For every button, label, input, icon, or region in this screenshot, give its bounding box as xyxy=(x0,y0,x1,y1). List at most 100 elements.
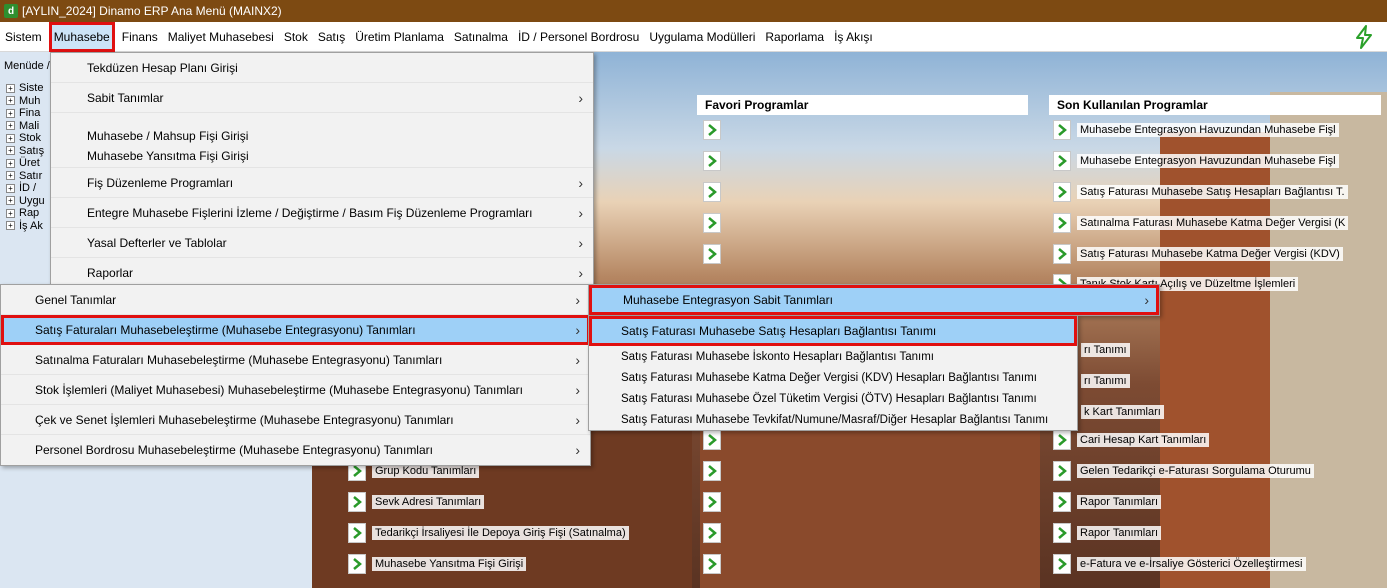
menu-uretim-planlama[interactable]: Üretim Planlama xyxy=(350,22,449,52)
favorite-row[interactable] xyxy=(697,177,1028,208)
menu-uygulama-modulleri[interactable]: Uygulama Modülleri xyxy=(644,22,760,52)
menu-item-stok-islemleri-entegrasyon[interactable]: Stok İşlemleri (Maliyet Muhasebesi) Muha… xyxy=(1,375,590,405)
menu-item-sabit-tanimlar[interactable]: Sabit Tanımlar › xyxy=(51,83,593,113)
tree-node[interactable]: + İş Ak xyxy=(6,220,45,233)
recent-row-partial[interactable]: k Kart Tanımları xyxy=(1077,397,1167,428)
chevron-right-icon[interactable] xyxy=(348,553,366,574)
chevron-right-icon[interactable] xyxy=(703,553,721,574)
recent-row[interactable]: Gelen Tedarikçi e-Faturası Sorgulama Otu… xyxy=(1049,456,1381,487)
tree-node[interactable]: + Siste xyxy=(6,82,45,95)
recent-row[interactable]: Muhasebe Entegrasyon Havuzundan Muhasebe… xyxy=(1049,146,1381,177)
chevron-right-icon[interactable] xyxy=(348,492,366,513)
favorite-row[interactable] xyxy=(697,487,1028,518)
recent-row[interactable]: Cari Hesap Kart Tanımları xyxy=(1049,425,1381,456)
tree-node[interactable]: + Muh xyxy=(6,95,45,108)
chevron-right-icon[interactable] xyxy=(703,181,721,202)
expand-icon[interactable]: + xyxy=(6,83,15,93)
menu-stok[interactable]: Stok xyxy=(279,22,313,52)
chevron-right-icon[interactable] xyxy=(1053,120,1071,141)
favorite-row[interactable] xyxy=(697,517,1028,548)
menu-item-entegre-fisler[interactable]: Entegre Muhasebe Fişlerini İzleme / Deği… xyxy=(51,198,593,228)
menu-item-yansitma-fisi[interactable]: Muhasebe Yansıtma Fişi Girişi xyxy=(51,145,593,168)
menu-sistem[interactable]: Sistem xyxy=(0,22,47,52)
chevron-right-icon[interactable] xyxy=(1053,151,1071,172)
menu-item-mahsup-fisi[interactable]: Muhasebe / Mahsup Fişi Girişi xyxy=(51,113,593,145)
recent-row-partial[interactable]: rı Tanımı xyxy=(1077,335,1167,366)
favorite-row[interactable] xyxy=(697,207,1028,238)
chevron-right-icon[interactable] xyxy=(1053,522,1071,543)
chevron-right-icon[interactable] xyxy=(703,243,721,264)
favorite-row[interactable] xyxy=(697,548,1028,579)
program-row[interactable]: Muhasebe Yansıtma Fişi Girişi xyxy=(344,548,684,579)
menu-satinalma[interactable]: Satınalma xyxy=(449,22,513,52)
program-row[interactable]: Sevk Adresi Tanımları xyxy=(344,487,684,518)
expand-icon[interactable]: + xyxy=(6,108,15,118)
chevron-right-icon[interactable] xyxy=(348,522,366,543)
recent-row[interactable]: Rapor Tanımları xyxy=(1049,517,1381,548)
menu-id-personel-bordrosu[interactable]: İD / Personel Bordrosu xyxy=(513,22,644,52)
expand-icon[interactable]: + xyxy=(6,146,15,156)
menu-item-satis-hesaplari-baglantisi[interactable]: Satış Faturası Muhasebe Satış Hesapları … xyxy=(589,316,1077,346)
menu-item-tevkifat-hesaplari-baglantisi[interactable]: Satış Faturası Muhasebe Tevkifat/Numune/… xyxy=(589,409,1077,430)
tree-node[interactable]: + Uygu xyxy=(6,195,45,208)
tree-node[interactable]: + Fina xyxy=(6,107,45,120)
expand-icon[interactable]: + xyxy=(6,171,15,181)
chevron-right-icon[interactable] xyxy=(1053,212,1071,233)
chevron-right-icon[interactable] xyxy=(703,522,721,543)
tree-node[interactable]: + Mali xyxy=(6,120,45,133)
lightning-icon[interactable] xyxy=(1353,25,1375,49)
menu-satis[interactable]: Satış xyxy=(313,22,350,52)
menu-item-otv-hesaplari-baglantisi[interactable]: Satış Faturası Muhasebe Özel Tüketim Ver… xyxy=(589,388,1077,409)
chevron-right-icon[interactable] xyxy=(703,212,721,233)
menu-is-akisi[interactable]: İş Akışı xyxy=(829,22,878,52)
menu-item-entegrasyon-sabit-tanimlari[interactable]: Muhasebe Entegrasyon Sabit Tanımları › xyxy=(589,285,1159,315)
menu-raporlama[interactable]: Raporlama xyxy=(760,22,829,52)
tree-node[interactable]: + Satır xyxy=(6,170,45,183)
tree-node[interactable]: + Üret xyxy=(6,157,45,170)
menu-item-tekduzen-hesap-plani[interactable]: Tekdüzen Hesap Planı Girişi xyxy=(51,53,593,83)
tree-node[interactable]: + Satış xyxy=(6,145,45,158)
favorite-row[interactable] xyxy=(697,146,1028,177)
chevron-right-icon[interactable] xyxy=(703,461,721,482)
menu-item-yasal-defterler[interactable]: Yasal Defterler ve Tablolar › xyxy=(51,228,593,258)
expand-icon[interactable]: + xyxy=(6,183,15,193)
tree-node[interactable]: + Stok xyxy=(6,132,45,145)
recent-row[interactable]: Satış Faturası Muhasebe Satış Hesapları … xyxy=(1049,177,1381,208)
menu-item-cek-senet-entegrasyon[interactable]: Çek ve Senet İşlemleri Muhasebeleştirme … xyxy=(1,405,590,435)
expand-icon[interactable]: + xyxy=(6,221,15,231)
tree-node[interactable]: + Rap xyxy=(6,207,45,220)
recent-row[interactable]: Satınalma Faturası Muhasebe Katma Değer … xyxy=(1049,207,1381,238)
expand-icon[interactable]: + xyxy=(6,121,15,131)
favorite-row[interactable] xyxy=(697,115,1028,146)
expand-icon[interactable]: + xyxy=(6,208,15,218)
recent-row[interactable]: Rapor Tanımları xyxy=(1049,487,1381,518)
chevron-right-icon[interactable] xyxy=(1053,461,1071,482)
chevron-right-icon[interactable] xyxy=(703,120,721,141)
chevron-right-icon[interactable] xyxy=(1053,553,1071,574)
menu-muhasebe[interactable]: Muhasebe xyxy=(48,21,115,52)
menu-finans[interactable]: Finans xyxy=(117,22,163,52)
recent-row-partial[interactable]: rı Tanımı xyxy=(1077,366,1167,397)
expand-icon[interactable]: + xyxy=(6,196,15,206)
tree-node[interactable]: + İD / xyxy=(6,182,45,195)
expand-icon[interactable]: + xyxy=(6,133,15,143)
chevron-right-icon[interactable] xyxy=(1053,243,1071,264)
chevron-right-icon[interactable] xyxy=(703,430,721,451)
menu-item-personel-bordrosu-entegrasyon[interactable]: Personel Bordrosu Muhasebeleştirme (Muha… xyxy=(1,435,590,465)
menu-maliyet-muhasebesi[interactable]: Maliyet Muhasebesi xyxy=(163,22,279,52)
favorite-row[interactable] xyxy=(697,238,1028,269)
program-row[interactable]: Tedarikçi İrsaliyesi İle Depoya Giriş Fi… xyxy=(344,518,684,549)
chevron-right-icon[interactable] xyxy=(703,491,721,512)
recent-row[interactable]: Satış Faturası Muhasebe Katma Değer Verg… xyxy=(1049,238,1381,269)
menu-item-satis-faturalari-entegrasyon[interactable]: Satış Faturaları Muhasebeleştirme (Muhas… xyxy=(1,315,590,345)
menu-item-kdv-hesaplari-baglantisi[interactable]: Satış Faturası Muhasebe Katma Değer Verg… xyxy=(589,367,1077,388)
expand-icon[interactable]: + xyxy=(6,96,15,106)
expand-icon[interactable]: + xyxy=(6,158,15,168)
recent-row[interactable]: Muhasebe Entegrasyon Havuzundan Muhasebe… xyxy=(1049,115,1381,146)
chevron-right-icon[interactable] xyxy=(703,151,721,172)
menu-item-genel-tanimlar[interactable]: Genel Tanımlar › xyxy=(1,285,590,315)
recent-row[interactable]: e-Fatura ve e-İrsaliye Gösterici Özelleş… xyxy=(1049,548,1381,579)
menu-item-fis-duzenleme[interactable]: Fiş Düzenleme Programları › xyxy=(51,168,593,198)
chevron-right-icon[interactable] xyxy=(1053,181,1071,202)
menu-item-iskonto-hesaplari-baglantisi[interactable]: Satış Faturası Muhasebe İskonto Hesaplar… xyxy=(589,346,1077,367)
